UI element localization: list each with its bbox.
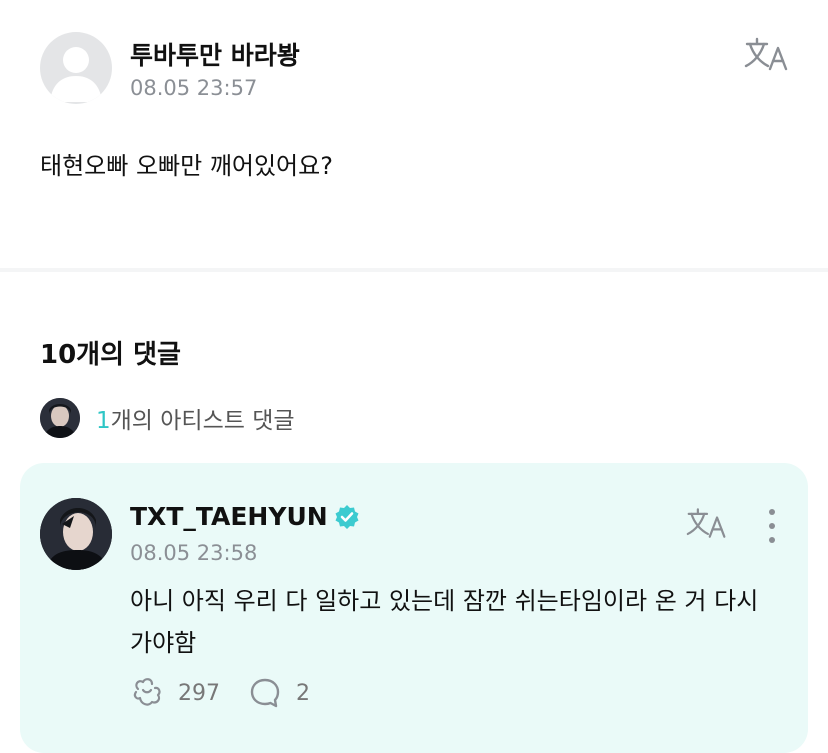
reply-count: 2 — [296, 680, 310, 706]
post-body-text: 태현오빠 오빠만 깨어있어요? — [40, 152, 333, 180]
artist-avatar-thumbnail — [40, 398, 80, 438]
artist-avatar[interactable] — [40, 498, 112, 570]
artist-name: TXT_TAEHYUN — [130, 502, 328, 531]
artist-comments-count: 1 — [96, 408, 111, 434]
translate-icon[interactable] — [686, 506, 728, 540]
artist-comment-timestamp: 08.05 23:58 — [130, 541, 258, 565]
artist-comments-label: 1개의 아티스트 댓글 — [96, 401, 295, 435]
section-divider — [0, 268, 828, 272]
post-timestamp: 08.05 23:57 — [130, 76, 258, 100]
avatar-placeholder-icon — [50, 47, 102, 102]
post-author-name[interactable]: 투바투만 바라봥 — [130, 36, 300, 72]
comment-icon[interactable] — [248, 676, 282, 710]
artist-comments-filter[interactable]: 1개의 아티스트 댓글 — [40, 398, 295, 438]
verified-badge-icon — [335, 504, 359, 529]
like-count: 297 — [178, 680, 220, 706]
artist-comments-suffix: 개의 아티스트 댓글 — [110, 408, 295, 434]
artist-comment-stats: 297 2 — [130, 676, 338, 710]
artist-comment-body: 아니 아직 우리 다 일하고 있는데 잠깐 쉬는타임이라 온 거 다시 가야함 — [130, 587, 759, 657]
translate-icon[interactable] — [744, 36, 790, 72]
like-icon[interactable] — [130, 676, 164, 710]
more-vertical-icon[interactable] — [762, 506, 782, 546]
comments-count-heading: 10개의 댓글 — [40, 340, 181, 370]
post-author-avatar[interactable] — [40, 32, 112, 104]
artist-comment-author[interactable]: TXT_TAEHYUN — [130, 502, 360, 531]
